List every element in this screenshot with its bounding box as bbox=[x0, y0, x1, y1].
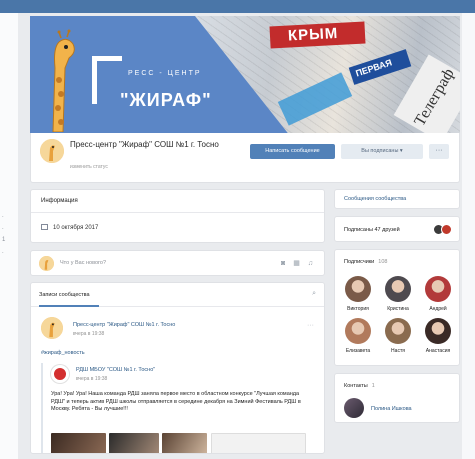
post-photo[interactable] bbox=[211, 433, 306, 453]
status-link[interactable]: изменить статус bbox=[70, 164, 108, 170]
contact-avatar[interactable] bbox=[344, 398, 364, 418]
subscribers-label: Подписчики bbox=[344, 259, 375, 265]
friends-subscribed[interactable]: Подписаны 47 друзей bbox=[334, 216, 460, 242]
giraffe-avatar-icon bbox=[39, 256, 54, 271]
right-side-strip bbox=[462, 13, 475, 459]
repost-indent-bar bbox=[41, 363, 43, 453]
repost-author-link[interactable]: РДШ МБОУ "СОШ №1 г. Тосно" bbox=[76, 367, 155, 373]
contacts-block: Контакты 1 Полина Ишкова bbox=[334, 373, 460, 423]
subscriber-name: Андрей bbox=[429, 306, 447, 312]
community-cover: КРЫМ ПЕРВАЯ Телеграф РЕСС - ЦЕНТР "ЖИРАФ… bbox=[30, 16, 460, 133]
composer-placeholder[interactable]: Что у Вас нового? bbox=[60, 260, 106, 266]
subscriber-avatar bbox=[425, 276, 451, 302]
subscriber-item[interactable]: Елизавета bbox=[338, 318, 378, 354]
post-hashtag[interactable]: #жираф_новость bbox=[41, 350, 85, 356]
giraffe-avatar-icon bbox=[40, 139, 64, 163]
divider bbox=[31, 212, 324, 213]
attachment-icons[interactable]: ◙ ▦ ♫ bbox=[281, 259, 316, 267]
community-header: Пресс-центр "Жираф" СОШ №1 г. Тосно изме… bbox=[30, 133, 460, 183]
post-author-link[interactable]: Пресс-центр "Жираф" СОШ №1 г. Тосно bbox=[73, 322, 175, 328]
contacts-count: 1 bbox=[371, 383, 375, 389]
subscriber-item[interactable]: Настя bbox=[378, 318, 418, 354]
subscriber-avatar bbox=[425, 318, 451, 344]
left-mark: 1 bbox=[2, 237, 6, 243]
post-photo[interactable] bbox=[109, 433, 159, 453]
composer-avatar bbox=[39, 256, 54, 271]
repost-timestamp[interactable]: вчера в 19:38 bbox=[76, 376, 107, 382]
info-block: Информация 10 октября 2017 bbox=[30, 189, 325, 243]
founded-date: 10 октября 2017 bbox=[53, 225, 99, 231]
contact-name-link[interactable]: Полина Ишкова bbox=[371, 406, 412, 412]
subscriber-avatar bbox=[345, 276, 371, 302]
logo-letter-p bbox=[92, 56, 122, 104]
friends-subscribed-label: Подписаны 47 друзей bbox=[344, 227, 400, 233]
top-navigation-bar bbox=[0, 0, 475, 13]
subscriber-avatar bbox=[345, 318, 371, 344]
subscriber-name: Виктория bbox=[347, 306, 369, 312]
community-avatar[interactable] bbox=[40, 139, 64, 163]
subscriber-avatar bbox=[385, 318, 411, 344]
giraffe-avatar-icon bbox=[41, 317, 63, 339]
community-messages-label: Сообщения сообщества bbox=[344, 196, 407, 202]
community-messages-link[interactable]: Сообщения сообщества bbox=[334, 189, 460, 209]
giraffe-illustration bbox=[52, 29, 75, 132]
subscribers-title[interactable]: Подписчики 108 bbox=[344, 259, 387, 265]
subscriber-name: Настя bbox=[391, 348, 405, 354]
info-title: Информация bbox=[41, 198, 78, 204]
post-menu-button[interactable]: ··· bbox=[307, 322, 314, 329]
community-title: Пресс-центр "Жираф" СОШ №1 г. Тосно bbox=[70, 140, 219, 149]
subscribers-block: Подписчики 108 Виктория Кристина Андрей Елиз… bbox=[334, 249, 460, 366]
cover-paper-red-text: КРЫМ bbox=[287, 24, 339, 45]
subscriber-item[interactable]: Кристина bbox=[378, 276, 418, 312]
subscriber-name: Кристина bbox=[387, 306, 409, 312]
write-message-button[interactable]: Написать сообщение bbox=[250, 144, 335, 159]
left-mark: . bbox=[2, 213, 4, 219]
cover-paper-dark-text: Телеграф bbox=[411, 65, 458, 130]
founded-date-row: 10 октября 2017 bbox=[41, 224, 98, 231]
subscriber-item[interactable]: Виктория bbox=[338, 276, 378, 312]
post-composer[interactable]: Что у Вас нового? ◙ ▦ ♫ bbox=[30, 250, 325, 276]
repost-author-avatar[interactable] bbox=[51, 365, 69, 383]
posts-tab[interactable]: Записи сообщества bbox=[39, 292, 90, 298]
subscribed-button[interactable]: Вы подписаны ▾ bbox=[341, 144, 423, 159]
subscriber-name: Елизавета bbox=[345, 348, 371, 354]
post-timestamp[interactable]: вчера в 19:38 bbox=[73, 331, 104, 337]
left-mark: . bbox=[2, 225, 4, 231]
post-photo[interactable] bbox=[162, 433, 207, 453]
repost-text: Ура! Ура! Ура! Наша команда РДШ заняла п… bbox=[51, 391, 301, 412]
subscriber-item[interactable]: Андрей bbox=[418, 276, 458, 312]
community-posts: Записи сообщества ⌕ Пресс-центр "Жираф" … bbox=[30, 282, 325, 454]
logo-press-text: РЕСС - ЦЕНТР bbox=[128, 70, 202, 77]
left-mark: . bbox=[2, 249, 4, 255]
post-photo[interactable] bbox=[51, 433, 106, 453]
search-icon[interactable]: ⌕ bbox=[312, 290, 316, 298]
subscriber-name: Анастасия bbox=[425, 348, 451, 354]
left-side-strip: . . 1 . bbox=[0, 13, 18, 459]
contacts-title[interactable]: Контакты 1 bbox=[344, 383, 375, 389]
subscribers-count: 108 bbox=[378, 259, 388, 265]
post-author-avatar[interactable] bbox=[41, 317, 63, 339]
subscriber-item[interactable]: Анастасия bbox=[418, 318, 458, 354]
logo-name-text: "ЖИРАФ" bbox=[120, 90, 212, 110]
calendar-icon bbox=[41, 224, 48, 230]
subscriber-avatar bbox=[385, 276, 411, 302]
more-actions-button[interactable]: ··· bbox=[429, 144, 449, 159]
active-tab-indicator bbox=[39, 305, 99, 307]
contacts-label: Контакты bbox=[344, 383, 368, 389]
friend-mini-avatar bbox=[441, 224, 452, 235]
